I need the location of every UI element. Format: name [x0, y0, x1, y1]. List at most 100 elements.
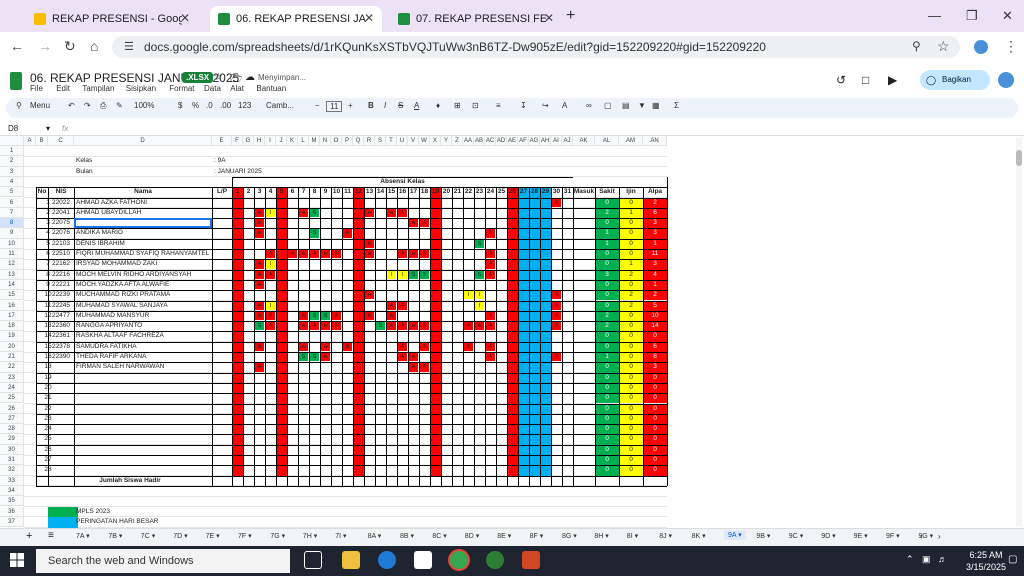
attendance-mark[interactable]: A	[486, 270, 495, 279]
column-header-P[interactable]: P	[342, 136, 353, 146]
attendance-mark[interactable]: S	[420, 270, 429, 279]
column-header-AM[interactable]: AM	[619, 136, 643, 146]
name-box-dropdown-icon[interactable]: ▾	[46, 124, 50, 133]
column-header-L[interactable]: L	[298, 136, 309, 146]
chart-icon[interactable]: ▤	[622, 101, 630, 110]
row-header[interactable]: 30	[0, 444, 24, 455]
attendance-mark[interactable]: I	[266, 301, 275, 310]
attendance-mark[interactable]: A	[343, 342, 352, 351]
fill-color-icon[interactable]: ♦	[436, 101, 440, 110]
formula-input[interactable]	[76, 122, 1016, 135]
chrome-profile-icon[interactable]	[486, 551, 504, 569]
browser-tab[interactable]: 06. REKAP PRESENSI JANUARI 2025✕	[210, 6, 382, 32]
attendance-mark[interactable]: A	[552, 311, 561, 321]
comment-icon[interactable]: □	[862, 73, 869, 87]
column-header-E[interactable]: E	[212, 136, 232, 146]
zoom-select[interactable]: 100%	[134, 101, 154, 110]
zoom-icon[interactable]: ⚲	[912, 39, 921, 53]
attendance-mark[interactable]: A	[332, 322, 341, 331]
sheet-tab-7i[interactable]: 7I ▾	[335, 532, 346, 540]
merge-icon[interactable]: ⊡	[472, 101, 479, 110]
attendance-mark[interactable]: A	[398, 322, 407, 331]
attendance-mark[interactable]: S	[321, 311, 330, 321]
sheets-logo-icon[interactable]	[10, 72, 22, 90]
attendance-mark[interactable]: A	[299, 342, 308, 351]
row-header[interactable]: 5	[0, 187, 24, 198]
attendance-mark[interactable]: A	[255, 260, 264, 269]
tab-close-icon[interactable]: ✕	[180, 11, 190, 25]
chrome-icon[interactable]	[450, 551, 468, 569]
increase-decimal[interactable]: .00	[220, 101, 231, 110]
redo-icon[interactable]: ↷	[84, 101, 91, 110]
spreadsheet-grid[interactable]: A B C D E F G H I J K L M N O P Q R S T U V W X Y Z AA AB AC AD AE AF AG…	[0, 136, 1014, 528]
row-header[interactable]: 9	[0, 228, 24, 239]
attendance-mark[interactable]: A	[365, 311, 374, 321]
attendance-mark[interactable]: A	[288, 250, 297, 259]
column-header-M[interactable]: M	[309, 136, 320, 146]
attendance-mark[interactable]: A	[552, 353, 561, 362]
attendance-mark[interactable]: A	[398, 301, 407, 310]
column-header-Z[interactable]: Z	[452, 136, 463, 146]
italic-icon[interactable]: I	[384, 101, 386, 110]
print-icon[interactable]: ⎙	[100, 101, 106, 111]
corner-cell[interactable]	[0, 136, 24, 146]
star-icon[interactable]: ☆	[214, 72, 223, 83]
attendance-mark[interactable]: I	[266, 208, 275, 218]
menu-alat[interactable]: Alat	[230, 84, 244, 93]
student-name[interactable]: FIRMAN SALEH NARWAWAN	[76, 362, 212, 371]
attendance-mark[interactable]: S	[299, 353, 308, 362]
sheet-tab-8c[interactable]: 8C ▾	[432, 532, 446, 540]
attendance-mark[interactable]: A	[321, 250, 330, 259]
attendance-mark[interactable]: S	[310, 311, 319, 321]
row-header[interactable]: 11	[0, 249, 24, 260]
browser-tab[interactable]: REKAP PRESENSI - Google Drive✕	[26, 6, 198, 32]
row-header[interactable]: 17	[0, 310, 24, 322]
attendance-mark[interactable]: A	[486, 260, 495, 269]
tray-chevron-icon[interactable]: ⌃	[906, 554, 914, 565]
strikethrough-icon[interactable]: S	[398, 101, 403, 110]
menu-edit[interactable]: Edit	[56, 84, 70, 93]
row-header[interactable]: 16	[0, 300, 24, 311]
name-box[interactable]: D8	[8, 124, 18, 133]
sheet-tab-8g[interactable]: 8G ▾	[562, 532, 577, 540]
attendance-mark[interactable]: S	[376, 322, 385, 331]
network-icon[interactable]: ▣	[922, 554, 931, 565]
attendance-mark[interactable]: A	[420, 219, 429, 228]
column-header-X[interactable]: X	[430, 136, 441, 146]
attendance-mark[interactable]: A	[420, 363, 429, 372]
attendance-mark[interactable]: S	[310, 229, 319, 238]
sheet-tab-7h[interactable]: 7H ▾	[303, 532, 317, 540]
attendance-mark[interactable]: A	[266, 270, 275, 279]
scroll-thumb[interactable]	[1016, 150, 1022, 166]
row-header[interactable]: 23	[0, 372, 24, 383]
attendance-mark[interactable]: A	[552, 322, 561, 331]
forward-icon[interactable]: →	[38, 38, 52, 54]
volume-icon[interactable]: ♬	[938, 554, 947, 564]
sheet-tab-7b[interactable]: 7B ▾	[108, 532, 122, 540]
column-header-Y[interactable]: Y	[441, 136, 452, 146]
attendance-mark[interactable]: A	[475, 322, 484, 331]
student-name[interactable]: SAMUDRA FATIKHA	[76, 342, 212, 351]
row-header[interactable]: 1	[0, 146, 24, 157]
attendance-mark[interactable]: A	[299, 208, 308, 218]
attendance-mark[interactable]: A	[420, 250, 429, 259]
attendance-mark[interactable]: I	[464, 291, 473, 300]
font-size-input[interactable]: 11	[326, 101, 343, 112]
attendance-mark[interactable]: A	[398, 250, 407, 259]
row-header[interactable]: 19	[0, 331, 24, 342]
add-sheet-icon[interactable]: +	[26, 530, 32, 542]
column-header-O[interactable]: O	[331, 136, 342, 146]
row-header[interactable]: 33	[0, 475, 24, 486]
sheet-tab-9f[interactable]: 9F ▾	[886, 532, 900, 540]
column-header-AB[interactable]: AB	[474, 136, 485, 146]
student-name[interactable]: IRSYAD MOHAMMAD ZAKI	[76, 259, 212, 268]
attendance-mark[interactable]: A	[299, 311, 308, 321]
column-header-I[interactable]: I	[265, 136, 276, 146]
attendance-mark[interactable]: A	[486, 322, 495, 331]
student-name[interactable]: DENIS IBRAHIM	[76, 239, 212, 248]
currency-format[interactable]: $	[178, 101, 182, 110]
row-header[interactable]: 13	[0, 269, 24, 280]
attendance-mark[interactable]: A	[398, 208, 407, 218]
row-header[interactable]: 20	[0, 341, 24, 352]
attendance-mark[interactable]: I	[387, 270, 396, 279]
